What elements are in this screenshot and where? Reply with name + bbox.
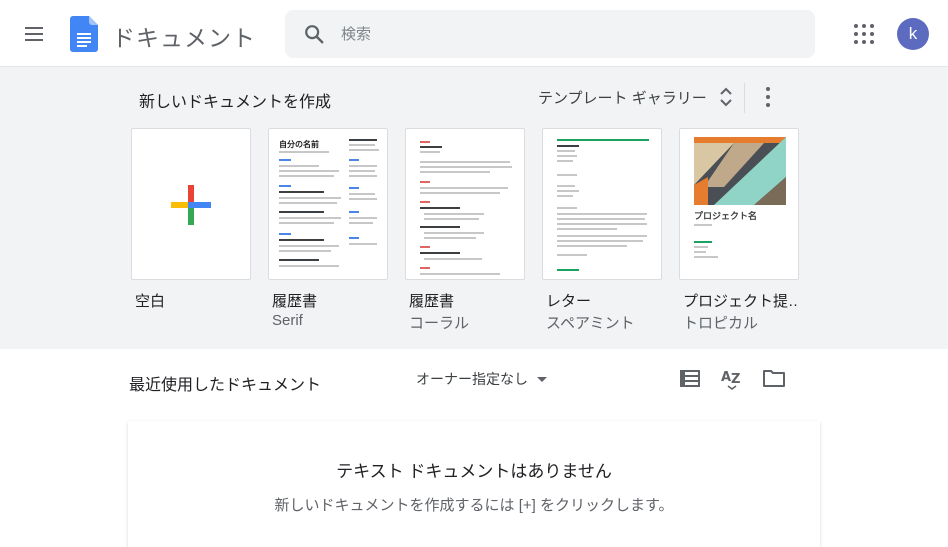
template-gallery-toggle[interactable]: テンプレート ギャラリー: [538, 85, 733, 109]
owner-filter-label: オーナー指定なし: [416, 371, 528, 387]
template-thumbnail[interactable]: [405, 128, 525, 280]
template-gallery-label: テンプレート ギャラリー: [538, 89, 707, 107]
search-box[interactable]: [285, 10, 815, 58]
template-resume-coral[interactable]: 履歴書 コーラル: [405, 128, 525, 333]
template-thumbnail[interactable]: [542, 128, 662, 280]
divider: [744, 83, 745, 113]
view-list-icon[interactable]: [679, 367, 701, 389]
template-subtitle: コーラル: [409, 315, 470, 332]
search-input[interactable]: [341, 20, 791, 48]
template-thumbnail[interactable]: 自分の名前: [268, 128, 388, 280]
thumb-heading: 自分の名前: [279, 140, 319, 149]
template-resume-serif[interactable]: 自分の名前 履歴書 Serif: [268, 128, 388, 329]
template-project-tropical[interactable]: プロジェクト名 プロジェクト提… トロピカル: [679, 128, 799, 333]
template-subtitle: Serif: [272, 312, 303, 329]
template-thumbnail[interactable]: プロジェクト名: [679, 128, 799, 280]
template-name: 空白: [135, 293, 166, 310]
search-icon[interactable]: [303, 23, 325, 45]
tropical-artwork: [694, 137, 786, 205]
template-name: プロジェクト提…: [683, 293, 799, 310]
menu-icon-bar: [25, 39, 43, 41]
main-menu-button[interactable]: [22, 22, 48, 46]
empty-state-card: テキスト ドキュメントはありません 新しいドキュメントを作成するには [+] を…: [128, 421, 820, 547]
template-thumbnail[interactable]: [131, 128, 251, 280]
folder-icon[interactable]: [762, 367, 786, 389]
owner-filter-dropdown[interactable]: オーナー指定なし: [416, 368, 547, 390]
template-subtitle: トロピカル: [683, 315, 759, 332]
template-name: レター: [546, 293, 592, 310]
gallery-title: 新しいドキュメントを作成: [139, 94, 332, 111]
svg-text:Z: Z: [731, 372, 740, 387]
template-name: 履歴書: [409, 293, 455, 310]
docs-logo-icon[interactable]: [70, 16, 98, 52]
menu-icon-bar: [25, 33, 43, 35]
thumb-heading: プロジェクト名: [694, 211, 758, 221]
menu-icon-bar: [25, 27, 43, 29]
template-letter-spearmint[interactable]: レター スペアミント: [542, 128, 662, 333]
template-name: 履歴書: [272, 293, 318, 310]
apps-icon[interactable]: [852, 22, 876, 46]
plus-icon: [171, 185, 211, 225]
account-avatar[interactable]: k: [897, 18, 929, 50]
more-vert-icon[interactable]: [760, 85, 776, 109]
caret-down-icon: [537, 376, 547, 382]
sort-az-icon[interactable]: A Z: [720, 366, 744, 390]
template-subtitle: スペアミント: [546, 315, 635, 332]
top-bar: ドキュメント k: [0, 0, 948, 67]
svg-text:A: A: [721, 370, 731, 385]
template-blank[interactable]: 空白: [131, 128, 251, 311]
app-title[interactable]: ドキュメント: [112, 19, 256, 53]
template-gallery: 新しいドキュメントを作成 テンプレート ギャラリー 空白 自分の名前 履歴書 S…: [0, 67, 948, 349]
recent-documents-title: 最近使用したドキュメント: [129, 377, 322, 394]
empty-state-title: テキスト ドキュメントはありません: [336, 462, 612, 481]
empty-state-hint: 新しいドキュメントを作成するには [+] をクリックします。: [274, 497, 674, 514]
unfold-icon: [720, 87, 732, 107]
